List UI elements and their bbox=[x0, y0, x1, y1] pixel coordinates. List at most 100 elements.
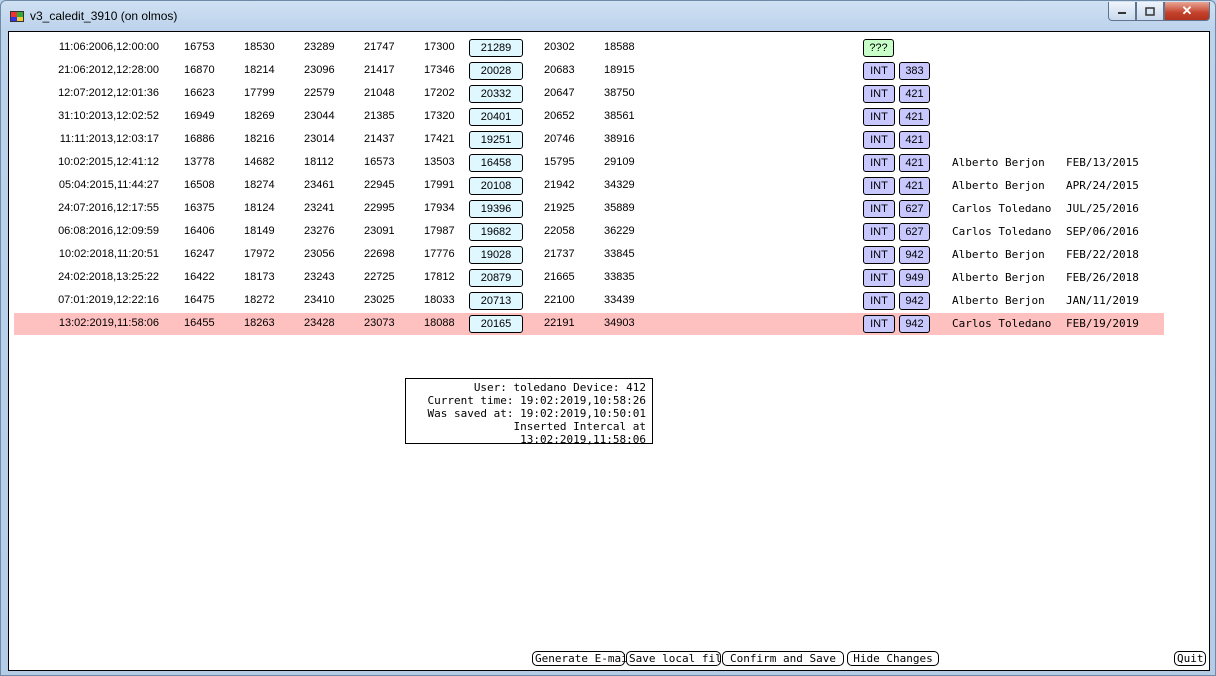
row-type-tag[interactable]: INT bbox=[863, 200, 895, 218]
row-value-v2: 18263 bbox=[244, 317, 275, 329]
row-type-tag[interactable]: ??? bbox=[863, 39, 894, 57]
row-value-v2: 18149 bbox=[244, 225, 275, 237]
row-value-v1: 16870 bbox=[184, 64, 215, 76]
title-bar[interactable]: v3_caledit_3910 (on olmos) ✕ bbox=[1, 1, 1215, 31]
row-operator-name: Carlos Toledano bbox=[952, 202, 1052, 215]
row-value-v5: 17991 bbox=[424, 179, 455, 191]
row-editable-value[interactable]: 20165 bbox=[469, 315, 523, 333]
row-device-tag[interactable]: 421 bbox=[899, 108, 930, 126]
row-value-v7: 29109 bbox=[604, 156, 635, 168]
row-value-v3: 23276 bbox=[304, 225, 335, 237]
row-value-v5: 17776 bbox=[424, 248, 455, 260]
row-value-v3: 23096 bbox=[304, 64, 335, 76]
row-operator-name: Alberto Berjon bbox=[952, 156, 1045, 169]
row-device-tag[interactable]: 942 bbox=[899, 246, 930, 264]
row-device-tag[interactable]: 421 bbox=[899, 85, 930, 103]
row-type-tag[interactable]: INT bbox=[863, 154, 895, 172]
row-device-tag[interactable]: 627 bbox=[899, 200, 930, 218]
row-value-v3: 23289 bbox=[304, 41, 335, 53]
row-device-tag[interactable]: 949 bbox=[899, 269, 930, 287]
row-editable-value[interactable]: 20028 bbox=[469, 62, 523, 80]
quit-button[interactable]: Quit bbox=[1174, 651, 1206, 666]
table-row[interactable]: 10:02:2015,12:41:12 13778 14682 18112 16573 1… bbox=[14, 152, 1164, 174]
row-editable-value[interactable]: 19251 bbox=[469, 131, 523, 149]
row-value-v4: 22698 bbox=[364, 248, 395, 260]
row-type-tag[interactable]: INT bbox=[863, 223, 895, 241]
table-row[interactable]: 10:02:2018,11:20:51 16247 17972 23056 22698 1… bbox=[14, 244, 1164, 266]
row-value-v6: 22058 bbox=[544, 225, 575, 237]
row-type-tag[interactable]: INT bbox=[863, 315, 895, 333]
row-device-tag[interactable]: 942 bbox=[899, 315, 930, 333]
row-value-v4: 21385 bbox=[364, 110, 395, 122]
row-type-tag[interactable]: INT bbox=[863, 246, 895, 264]
row-type-tag[interactable]: INT bbox=[863, 108, 895, 126]
maximize-button[interactable] bbox=[1136, 2, 1164, 21]
minimize-button[interactable] bbox=[1108, 2, 1136, 21]
row-value-v2: 18124 bbox=[244, 202, 275, 214]
table-row-selected[interactable]: 13:02:2019,11:58:06 16455 18263 23428 23073 1… bbox=[14, 313, 1164, 335]
row-editable-value[interactable]: 21289 bbox=[469, 39, 523, 57]
row-value-v4: 23025 bbox=[364, 294, 395, 306]
row-value-v3: 23056 bbox=[304, 248, 335, 260]
row-device-tag[interactable]: 421 bbox=[899, 177, 930, 195]
row-value-v1: 16886 bbox=[184, 133, 215, 145]
row-type-tag[interactable]: INT bbox=[863, 62, 895, 80]
row-value-v2: 18269 bbox=[244, 110, 275, 122]
row-value-v4: 23091 bbox=[364, 225, 395, 237]
table-row[interactable]: 31:10:2013,12:02:52 16949 18269 23044 21385 1… bbox=[14, 106, 1164, 128]
table-row[interactable]: 24:02:2018,13:25:22 16422 18173 23243 22725 1… bbox=[14, 267, 1164, 289]
row-device-tag[interactable]: 383 bbox=[899, 62, 930, 80]
hide-changes-button[interactable]: Hide Changes bbox=[847, 651, 939, 666]
save-local-file-button[interactable]: Save local file bbox=[626, 651, 728, 666]
row-type-tag[interactable]: INT bbox=[863, 177, 895, 195]
table-row[interactable]: 12:07:2012,12:01:36 16623 17799 22579 21048 1… bbox=[14, 83, 1164, 105]
row-value-v1: 16949 bbox=[184, 110, 215, 122]
row-type-tag[interactable]: INT bbox=[863, 292, 895, 310]
row-value-v3: 23410 bbox=[304, 294, 335, 306]
table-row[interactable]: 11:11:2013,12:03:17 16886 18216 23014 21437 1… bbox=[14, 129, 1164, 151]
table-row[interactable]: 07:01:2019,12:22:16 16475 18272 23410 23025 1… bbox=[14, 290, 1164, 312]
row-editable-value[interactable]: 20879 bbox=[469, 269, 523, 287]
table-row[interactable]: 21:06:2012,12:28:00 16870 18214 23096 21417 1… bbox=[14, 60, 1164, 82]
confirm-and-save-button[interactable]: Confirm and Save bbox=[722, 651, 844, 666]
row-editable-value[interactable]: 20108 bbox=[469, 177, 523, 195]
row-value-v1: 16623 bbox=[184, 87, 215, 99]
row-editable-value[interactable]: 20401 bbox=[469, 108, 523, 126]
table-row[interactable]: 05:04:2015,11:44:27 16508 18274 23461 22945 1… bbox=[14, 175, 1164, 197]
row-device-tag[interactable]: 627 bbox=[899, 223, 930, 241]
row-type-tag[interactable]: INT bbox=[863, 131, 895, 149]
row-date: 10:02:2018,11:20:51 bbox=[58, 248, 159, 260]
table-row[interactable]: 24:07:2016,12:17:55 16375 18124 23241 22995 1… bbox=[14, 198, 1164, 220]
row-editable-value[interactable]: 19396 bbox=[469, 200, 523, 218]
row-type-tag[interactable]: INT bbox=[863, 85, 895, 103]
row-date: 11:11:2013,12:03:17 bbox=[59, 133, 159, 145]
row-edit-date: FEB/13/2015 bbox=[1066, 156, 1139, 169]
row-value-v6: 20746 bbox=[544, 133, 575, 145]
row-value-v6: 22191 bbox=[544, 317, 575, 329]
row-editable-value[interactable]: 16458 bbox=[469, 154, 523, 172]
row-value-v5: 17812 bbox=[424, 271, 455, 283]
row-edit-date: JUL/25/2016 bbox=[1066, 202, 1139, 215]
row-value-v3: 23241 bbox=[304, 202, 335, 214]
row-date: 07:01:2019,12:22:16 bbox=[58, 294, 159, 306]
row-edit-date: FEB/22/2018 bbox=[1066, 248, 1139, 261]
row-date: 05:04:2015,11:44:27 bbox=[58, 179, 159, 191]
row-value-v1: 16753 bbox=[184, 41, 215, 53]
row-editable-value[interactable]: 19028 bbox=[469, 246, 523, 264]
row-editable-value[interactable]: 20713 bbox=[469, 292, 523, 310]
generate-email-button[interactable]: Generate E-mail bbox=[532, 651, 634, 666]
row-value-v6: 20647 bbox=[544, 87, 575, 99]
table-row[interactable]: 06:08:2016,12:09:59 16406 18149 23276 23091 1… bbox=[14, 221, 1164, 243]
close-button[interactable]: ✕ bbox=[1164, 2, 1210, 21]
info-current-time-line: Current time: 19:02:2019,10:58:26 bbox=[427, 394, 646, 407]
row-value-v3: 23243 bbox=[304, 271, 335, 283]
row-device-tag[interactable]: 942 bbox=[899, 292, 930, 310]
row-editable-value[interactable]: 20332 bbox=[469, 85, 523, 103]
table-row[interactable]: 11:06:2006,12:00:00 16753 18530 23289 21747 1… bbox=[14, 37, 1164, 59]
row-editable-value[interactable]: 19682 bbox=[469, 223, 523, 241]
row-value-v2: 18274 bbox=[244, 179, 275, 191]
row-device-tag[interactable]: 421 bbox=[899, 154, 930, 172]
row-type-tag[interactable]: INT bbox=[863, 269, 895, 287]
row-value-v3: 23014 bbox=[304, 133, 335, 145]
row-device-tag[interactable]: 421 bbox=[899, 131, 930, 149]
